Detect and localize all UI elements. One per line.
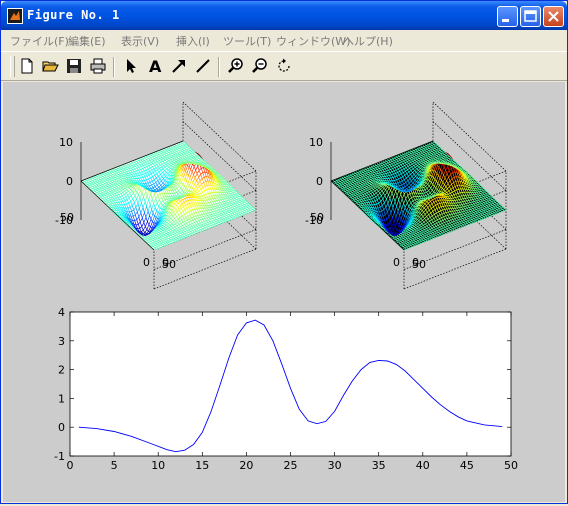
select-arrow-icon[interactable] <box>122 57 140 75</box>
x-tick-label: 50 <box>504 459 518 472</box>
surface-y-tick-label: 50 <box>60 211 74 224</box>
toolbar: A <box>1 51 567 81</box>
surface-z-tick-label: 0 <box>316 175 323 188</box>
menu-window[interactable]: ウィンドウ(W) <box>276 33 350 49</box>
line-plot-area <box>70 312 511 456</box>
surface-z-tick-label: 10 <box>59 136 73 149</box>
window-title: Figure No. 1 <box>27 8 120 22</box>
x-tick-label: 15 <box>195 459 209 472</box>
x-tick-label: 20 <box>239 459 253 472</box>
x-tick-label: 5 <box>111 459 118 472</box>
line-plot <box>70 312 511 456</box>
x-tick-label: 30 <box>328 459 342 472</box>
surface-z-tick-label: 10 <box>309 136 323 149</box>
figure-plots: 100-10500050100-105000500510152025303540… <box>3 82 565 502</box>
surface-y-tick-label: 50 <box>310 211 324 224</box>
x-tick-label: 40 <box>416 459 430 472</box>
surface-x-tick-label: 50 <box>412 258 426 271</box>
line-icon[interactable] <box>194 57 212 75</box>
print-icon[interactable] <box>89 57 107 75</box>
y-tick-label: 3 <box>58 335 65 348</box>
menu-bar: ファイル(F) 編集(E) 表示(V) 挿入(I) ツール(T) ウィンドウ(W… <box>1 30 567 50</box>
minimize-button[interactable] <box>497 6 518 27</box>
matlab-icon <box>7 8 23 24</box>
save-icon[interactable] <box>65 57 83 75</box>
x-tick-label: 25 <box>284 459 298 472</box>
surface-x-tick-label: 50 <box>162 258 176 271</box>
zoom-in-icon[interactable] <box>227 57 245 75</box>
toolbar-grip[interactable] <box>10 56 15 77</box>
toolbar-separator <box>218 57 220 77</box>
x-tick-label: 10 <box>151 459 165 472</box>
x-tick-label: 45 <box>460 459 474 472</box>
surface-z-tick-label: 0 <box>66 175 73 188</box>
new-file-icon[interactable] <box>18 57 36 75</box>
y-tick-label: 4 <box>58 306 65 319</box>
figure-window: Figure No. 1 ファイル(F) 編集(E) 表示(V) 挿入(I) ツ… <box>0 0 568 504</box>
close-button[interactable] <box>543 6 564 27</box>
x-tick-label: 35 <box>372 459 386 472</box>
surface-y-tick-label: 0 <box>143 256 150 269</box>
zoom-out-icon[interactable] <box>251 57 269 75</box>
surface-y-tick-label: 0 <box>393 256 400 269</box>
y-tick-label: 2 <box>58 364 65 377</box>
menu-tools[interactable]: ツール(T) <box>223 33 271 49</box>
y-tick-label: 0 <box>58 421 65 434</box>
y-tick-label: 1 <box>58 392 65 405</box>
menu-view[interactable]: 表示(V) <box>121 33 159 49</box>
toolbar-separator <box>113 57 115 77</box>
x-tick-label: 0 <box>67 459 74 472</box>
menu-file[interactable]: ファイル(F) <box>10 33 69 49</box>
title-bar[interactable]: Figure No. 1 <box>1 1 567 30</box>
rotate-icon[interactable] <box>275 57 293 75</box>
arrow-icon[interactable] <box>170 57 188 75</box>
figure-canvas: 100-10500050100-105000500510152025303540… <box>3 82 565 502</box>
menu-edit[interactable]: 編集(E) <box>68 33 106 49</box>
open-folder-icon[interactable] <box>41 57 59 75</box>
y-tick-label: -1 <box>54 450 65 463</box>
text-icon-glyph: A <box>149 57 162 75</box>
menu-help[interactable]: ヘルプ(H) <box>343 33 393 49</box>
text-icon[interactable]: A <box>146 57 164 75</box>
menu-insert[interactable]: 挿入(I) <box>176 33 210 49</box>
maximize-button[interactable] <box>520 6 541 27</box>
